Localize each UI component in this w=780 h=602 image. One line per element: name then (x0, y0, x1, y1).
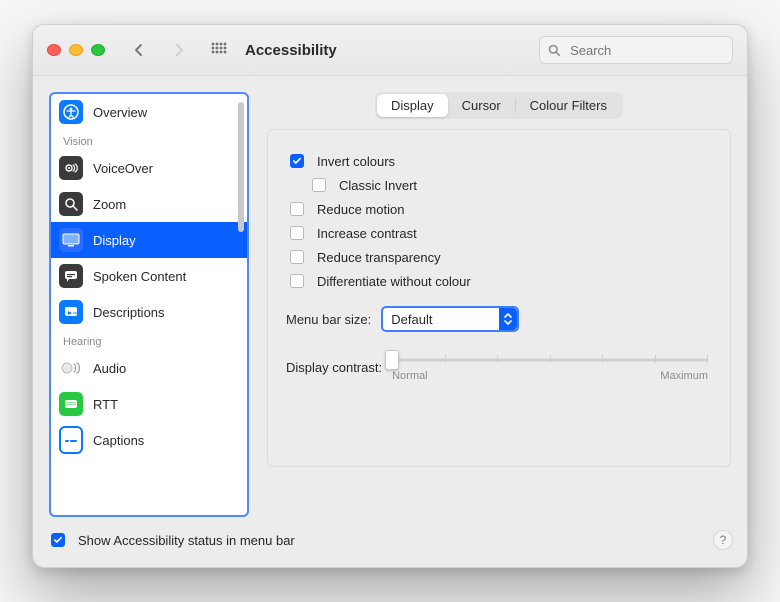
sidebar-item-descriptions[interactable]: Descriptions (51, 294, 247, 330)
check-invert-colours[interactable]: Invert colours (286, 150, 708, 172)
sidebar-section-vision: Vision (51, 130, 247, 150)
search-icon (548, 43, 560, 57)
sidebar-item-rtt[interactable]: RTT (51, 386, 247, 422)
check-classic-invert[interactable]: Classic Invert (308, 174, 708, 196)
check-label: Classic Invert (339, 178, 417, 193)
sidebar-item-label: RTT (93, 397, 118, 412)
check-classic-invert-input[interactable] (312, 178, 326, 192)
sidebar-item-label: Overview (93, 105, 147, 120)
check-reduce-motion[interactable]: Reduce motion (286, 198, 708, 220)
check-increase-contrast[interactable]: Increase contrast (286, 222, 708, 244)
check-label: Reduce motion (317, 202, 404, 217)
search-input[interactable] (568, 42, 724, 59)
show-all-button[interactable] (205, 38, 233, 62)
sidebar-scrollbar[interactable] (238, 100, 244, 509)
check-status-menu-bar[interactable]: Show Accessibility status in menu bar (47, 529, 295, 551)
chevron-right-icon (173, 43, 185, 57)
descriptions-icon (59, 300, 83, 324)
check-diff-without-colour[interactable]: Differentiate without colour (286, 270, 708, 292)
audio-icon (59, 356, 83, 380)
page-title: Accessibility (245, 42, 337, 59)
display-icon (59, 228, 83, 252)
sidebar-item-label: Captions (93, 433, 144, 448)
slider-max-label: Maximum (660, 370, 708, 382)
zoom-button[interactable] (91, 44, 105, 56)
chevron-left-icon (133, 43, 145, 57)
check-reduce-motion-input[interactable] (290, 202, 304, 216)
rtt-icon (59, 392, 83, 416)
grid-icon (211, 42, 227, 58)
slider-knob[interactable] (385, 350, 399, 370)
sidebar-item-voiceover[interactable]: VoiceOver (51, 150, 247, 186)
field-display-contrast: Display contrast: Normal Maximum (286, 352, 708, 382)
search-field[interactable] (539, 36, 733, 64)
field-label: Display contrast: (286, 360, 382, 375)
sidebar-item-zoom[interactable]: Zoom (51, 186, 247, 222)
sidebar-item-audio[interactable]: Audio (51, 350, 247, 386)
voiceover-icon (59, 156, 83, 180)
content: Overview Vision VoiceOver Zoom (33, 76, 747, 517)
chevrons-up-down-icon (499, 308, 517, 330)
menu-bar-size-popup[interactable]: Default (381, 306, 519, 332)
back-button[interactable] (125, 38, 153, 62)
minimize-button[interactable] (69, 44, 83, 56)
tab-cursor[interactable]: Cursor (448, 94, 515, 117)
captions-icon (59, 426, 83, 454)
help-button[interactable]: ? (713, 530, 733, 550)
sidebar: Overview Vision VoiceOver Zoom (49, 92, 249, 517)
close-button[interactable] (47, 44, 61, 56)
forward-button[interactable] (165, 38, 193, 62)
detail-panel: Display Cursor Colour Filters Invert col… (267, 92, 731, 517)
sidebar-item-label: Zoom (93, 197, 126, 212)
display-contrast-slider[interactable] (392, 352, 708, 368)
check-diff-without-colour-input[interactable] (290, 274, 304, 288)
prefs-window: Accessibility Overview Vision (32, 24, 748, 568)
footer: Show Accessibility status in menu bar ? (33, 517, 747, 567)
check-increase-contrast-input[interactable] (290, 226, 304, 240)
popup-value: Default (391, 312, 491, 327)
titlebar: Accessibility (33, 25, 747, 76)
check-label: Invert colours (317, 154, 395, 169)
tab-pane-display: Invert colours Classic Invert Reduce mot… (267, 129, 731, 467)
sidebar-item-overview[interactable]: Overview (51, 94, 247, 130)
check-label: Reduce transparency (317, 250, 441, 265)
sidebar-item-spoken[interactable]: Spoken Content (51, 258, 247, 294)
field-menu-bar-size: Menu bar size: Default (286, 306, 708, 332)
sidebar-section-hearing: Hearing (51, 330, 247, 350)
check-status-menu-bar-input[interactable] (51, 533, 65, 547)
check-invert-colours-input[interactable] (290, 154, 304, 168)
sidebar-item-label: Descriptions (93, 305, 165, 320)
sidebar-item-label: Spoken Content (93, 269, 186, 284)
sidebar-item-label: Display (93, 233, 136, 248)
accessibility-icon (59, 100, 83, 124)
zoom-icon (59, 192, 83, 216)
sidebar-item-label: Audio (93, 361, 126, 376)
tab-colour-filters[interactable]: Colour Filters (516, 94, 621, 117)
check-reduce-transparency[interactable]: Reduce transparency (286, 246, 708, 268)
tab-display[interactable]: Display (377, 94, 448, 117)
sidebar-item-captions[interactable]: Captions (51, 422, 247, 458)
spoken-content-icon (59, 264, 83, 288)
tab-segmented: Display Cursor Colour Filters (375, 92, 623, 119)
slider-min-label: Normal (392, 370, 427, 382)
check-label: Increase contrast (317, 226, 417, 241)
check-label: Differentiate without colour (317, 274, 471, 289)
check-reduce-transparency-input[interactable] (290, 250, 304, 264)
field-label: Menu bar size: (286, 312, 371, 327)
check-label: Show Accessibility status in menu bar (78, 533, 295, 548)
sidebar-item-display[interactable]: Display (51, 222, 247, 258)
window-controls (47, 44, 105, 56)
sidebar-item-label: VoiceOver (93, 161, 153, 176)
